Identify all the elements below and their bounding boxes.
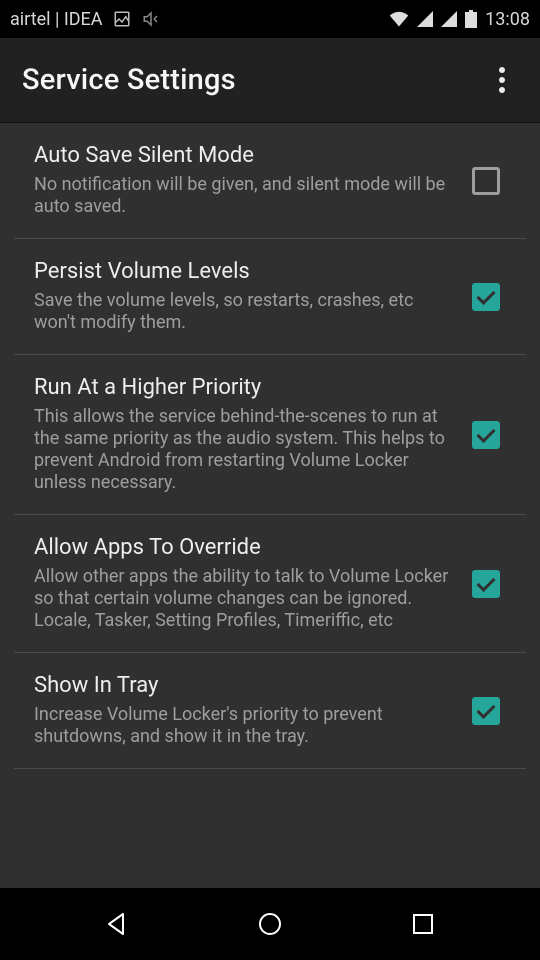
pref-summary: Increase Volume Locker's priority to pre… — [34, 704, 452, 748]
pref-auto-save-silent-mode[interactable]: Auto Save Silent Mode No notification wi… — [0, 123, 540, 238]
pref-summary: No notification will be given, and silen… — [34, 174, 452, 218]
statusbar-right: 13:08 — [389, 9, 530, 30]
pref-title: Allow Apps To Override — [34, 535, 452, 560]
divider — [14, 768, 526, 769]
checkbox[interactable] — [472, 167, 500, 195]
pref-texts: Persist Volume Levels Save the volume le… — [34, 259, 452, 334]
carrier-label: airtel | IDEA — [10, 9, 103, 30]
image-icon — [113, 10, 131, 28]
back-icon — [103, 910, 131, 938]
checkbox[interactable] — [472, 421, 500, 449]
page-title: Service Settings — [22, 63, 236, 97]
recents-icon — [410, 911, 436, 937]
clock-label: 13:08 — [485, 9, 530, 30]
pref-allow-apps-override[interactable]: Allow Apps To Override Allow other apps … — [0, 515, 540, 652]
actionbar: Service Settings — [0, 38, 540, 123]
pref-title: Auto Save Silent Mode — [34, 143, 452, 168]
pref-persist-volume-levels[interactable]: Persist Volume Levels Save the volume le… — [0, 239, 540, 354]
home-button[interactable] — [230, 900, 310, 948]
pref-summary: This allows the service behind-the-scene… — [34, 406, 452, 494]
overflow-menu-button[interactable] — [478, 56, 526, 104]
recents-button[interactable] — [383, 900, 463, 948]
pref-title: Run At a Higher Priority — [34, 375, 452, 400]
checkbox[interactable] — [472, 570, 500, 598]
checkbox[interactable] — [472, 283, 500, 311]
pref-texts: Run At a Higher Priority This allows the… — [34, 375, 452, 494]
pref-title: Show In Tray — [34, 673, 452, 698]
checkbox[interactable] — [472, 697, 500, 725]
pref-texts: Auto Save Silent Mode No notification wi… — [34, 143, 452, 218]
pref-show-in-tray[interactable]: Show In Tray Increase Volume Locker's pr… — [0, 653, 540, 768]
signal-icon-2 — [441, 11, 457, 27]
preferences-list: Auto Save Silent Mode No notification wi… — [0, 123, 540, 888]
back-button[interactable] — [77, 900, 157, 948]
wifi-icon — [389, 11, 409, 27]
pref-title: Persist Volume Levels — [34, 259, 452, 284]
statusbar-left: airtel | IDEA — [10, 9, 161, 30]
mute-icon — [141, 10, 161, 28]
overflow-dots-icon — [499, 67, 505, 93]
home-icon — [256, 910, 284, 938]
pref-texts: Show In Tray Increase Volume Locker's pr… — [34, 673, 452, 748]
navigation-bar — [0, 888, 540, 960]
statusbar: airtel | IDEA 13:08 — [0, 0, 540, 38]
signal-icon-1 — [417, 11, 433, 27]
pref-summary: Allow other apps the ability to talk to … — [34, 566, 452, 632]
pref-run-higher-priority[interactable]: Run At a Higher Priority This allows the… — [0, 355, 540, 514]
pref-summary: Save the volume levels, so restarts, cra… — [34, 290, 452, 334]
pref-texts: Allow Apps To Override Allow other apps … — [34, 535, 452, 632]
battery-icon — [465, 10, 477, 28]
app-content: Service Settings Auto Save Silent Mode N… — [0, 38, 540, 888]
